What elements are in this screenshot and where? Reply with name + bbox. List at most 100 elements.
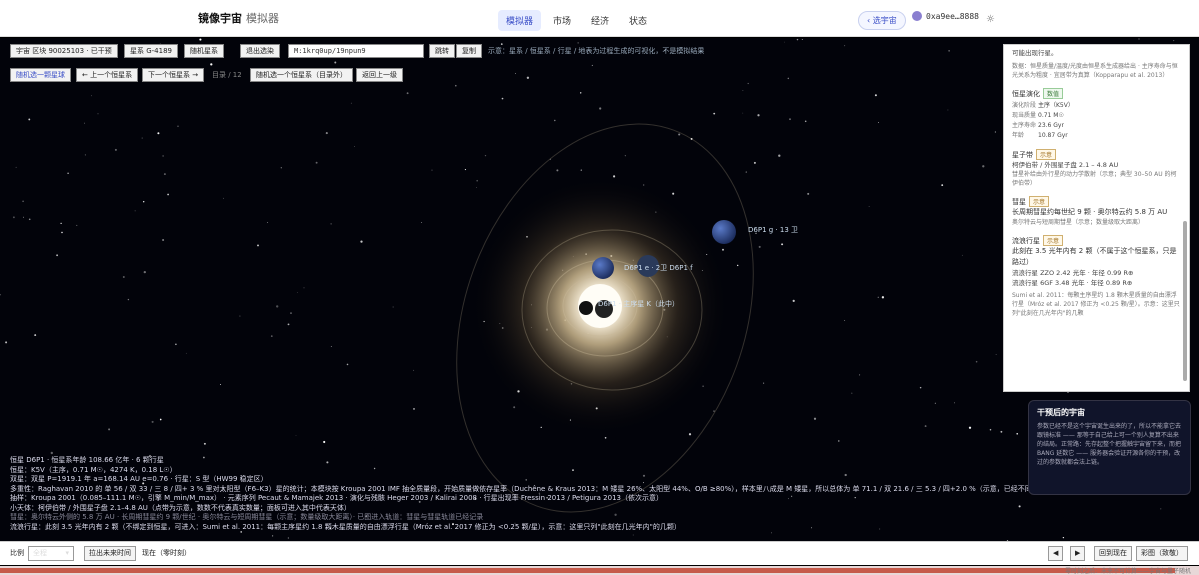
belt-tag: 示意 bbox=[1036, 149, 1057, 160]
future-button[interactable]: 拉出未来时间 bbox=[84, 546, 136, 561]
background-star bbox=[526, 76, 530, 79]
evo-row: 主序寿命 23.6 Gyr bbox=[1012, 122, 1064, 129]
hint-text: 示意：星系 / 恒星系 / 行星 / 地表为过程生成的可视化，不是模拟结果 bbox=[488, 47, 705, 55]
next-system-button[interactable]: 下一个恒星系 → bbox=[142, 68, 205, 82]
tab-market[interactable]: 市场 bbox=[545, 10, 579, 31]
background-star bbox=[787, 77, 790, 80]
scale-select[interactable]: 全程 ▾ bbox=[28, 546, 74, 561]
planet-f bbox=[592, 257, 614, 279]
seed-input[interactable]: M:1krq0up/19npun9 bbox=[288, 44, 424, 58]
jump-button[interactable]: 跳转 bbox=[429, 44, 455, 58]
prev-system-button[interactable]: ← 上一个恒星系 bbox=[76, 68, 139, 82]
tab-simulator[interactable]: 模拟器 bbox=[498, 10, 542, 31]
back-to-now-button[interactable]: 回到现在 bbox=[1094, 546, 1132, 561]
rogue-item[interactable]: 流浪行星 ZZO 2.42 光年 · 年径 0.99 R⊕ bbox=[1012, 268, 1181, 278]
background-star bbox=[455, 84, 457, 87]
random-star-button[interactable]: 随机选一颗星球 bbox=[10, 68, 71, 82]
evolution-tag: 数值 bbox=[1043, 88, 1064, 99]
background-star bbox=[295, 435, 297, 436]
background-star bbox=[23, 216, 24, 218]
info-line: 多重性：Raghavan 2010 的 单 56 / 双 33 / 三 8 / … bbox=[10, 484, 1030, 493]
background-star bbox=[476, 187, 478, 188]
background-star bbox=[801, 39, 803, 40]
belt-main[interactable]: 柯伊伯带 / 外围星子盘 2.1 – 4.8 AU bbox=[1012, 160, 1181, 170]
background-star bbox=[350, 102, 352, 104]
background-star bbox=[1016, 432, 1019, 435]
background-star bbox=[778, 154, 781, 157]
background-star bbox=[501, 97, 504, 100]
background-star bbox=[296, 292, 298, 293]
background-star bbox=[807, 192, 810, 195]
detail-panel[interactable]: 可能出现行星。 数据：恒星质量/温度/光度由恒星系生成器给出 · 主序寿命与恒光… bbox=[1003, 44, 1190, 392]
background-star bbox=[431, 169, 433, 171]
prev-arrow-icon[interactable]: ◀ bbox=[1048, 546, 1064, 561]
snapshot-button[interactable]: 彩图（致敬） bbox=[1136, 546, 1188, 561]
info-line: 小天体：柯伊伯带 / 外围星子盘 2.1–4.8 AU（点带为示意，数数不代表真… bbox=[10, 503, 351, 512]
select-universe-button[interactable]: ‹ 选宇宙 bbox=[858, 11, 906, 30]
background-star bbox=[591, 64, 593, 66]
background-star bbox=[713, 112, 716, 115]
background-star bbox=[175, 343, 177, 346]
app-subtitle: 模拟器 bbox=[246, 12, 279, 25]
app-title: 镜像宇宙 模拟器 bbox=[198, 12, 279, 25]
background-star bbox=[406, 92, 409, 95]
back-up-button[interactable]: 返回上一级 bbox=[356, 68, 403, 82]
background-star bbox=[1173, 40, 1175, 42]
tab-economy[interactable]: 经济 bbox=[583, 10, 617, 31]
info-line: 彗星：奥尔特云外侧的 5.8 万 AU · 长周期彗星约 9 颗/世纪 · 奥尔… bbox=[10, 513, 484, 521]
background-star bbox=[784, 41, 786, 43]
toast-text: 参数已经不是这个宇宙诞生出来的了，所以不能拿它去跟镜标准 —— 那等于自己给上可… bbox=[1037, 423, 1182, 466]
planet-g-label[interactable]: D6P1 g · 13 卫 bbox=[748, 225, 798, 235]
universe-button[interactable]: 宇宙 区块 90025103 · 已干预 bbox=[10, 44, 118, 58]
info-line: 流浪行星：此刻 3.5 光年内有 2 颗（不绑定到恒星，可进入：Sumi et … bbox=[10, 522, 681, 531]
background-star bbox=[844, 45, 846, 47]
exit-view-button[interactable]: 退出选染 bbox=[240, 44, 280, 58]
background-star bbox=[122, 276, 125, 278]
background-star bbox=[203, 442, 206, 445]
star-label[interactable]: D6P1 · 主序星 K（此中） bbox=[598, 299, 679, 309]
panel-scrollbar[interactable] bbox=[1183, 221, 1187, 381]
background-star bbox=[1062, 536, 1065, 539]
index-text: 目录 / 12 bbox=[212, 71, 242, 79]
rogue-item[interactable]: 流浪行星 6GF 3.48 光年 · 年径 0.89 R⊕ bbox=[1012, 278, 1181, 288]
evo-row: 年龄 10.87 Gyr bbox=[1012, 132, 1068, 139]
background-star bbox=[947, 109, 949, 111]
rogue-main: 此刻在 3.5 光年内有 2 颗（不属于这个恒星系，只是路过） bbox=[1012, 247, 1177, 266]
background-star bbox=[162, 155, 164, 157]
background-star bbox=[239, 315, 241, 317]
random-galaxy-button[interactable]: 随机星系 bbox=[184, 44, 224, 58]
next-arrow-icon[interactable]: ▶ bbox=[1070, 546, 1086, 561]
rogue-tag: 示意 bbox=[1043, 235, 1064, 246]
background-star bbox=[632, 534, 634, 536]
background-star bbox=[315, 161, 318, 164]
background-star bbox=[747, 82, 749, 85]
background-star bbox=[50, 451, 53, 455]
comet-heading: 彗星 示意 bbox=[1012, 196, 1181, 207]
random-system-button[interactable]: 随机选一个恒星系（目录外） bbox=[250, 68, 353, 82]
planet-f-label[interactable]: D6P1 e · 2卫 D6P1 f bbox=[624, 263, 693, 273]
background-star bbox=[223, 197, 224, 199]
background-star bbox=[758, 245, 761, 248]
background-star bbox=[476, 179, 479, 182]
rogue-heading: 流浪行星 示意 bbox=[1012, 235, 1181, 246]
background-star bbox=[919, 386, 922, 389]
background-star bbox=[1160, 508, 1162, 510]
background-star bbox=[84, 122, 85, 124]
galaxy-button[interactable]: 星系 G-4189 bbox=[124, 44, 178, 58]
background-star bbox=[961, 254, 963, 256]
background-star bbox=[975, 360, 978, 363]
background-star bbox=[859, 374, 861, 376]
background-star bbox=[60, 222, 62, 225]
background-star bbox=[330, 346, 332, 347]
background-star bbox=[108, 428, 111, 431]
avatar bbox=[912, 11, 922, 21]
background-star bbox=[968, 426, 972, 429]
time-progress[interactable]: 零时刻之后：未来不可计算——宇宙与量子随机 bbox=[0, 566, 1199, 575]
wallet-badge[interactable]: 0xa9ee…8888 bbox=[912, 11, 979, 21]
background-star bbox=[290, 312, 292, 314]
copy-button[interactable]: 复制 bbox=[456, 44, 482, 58]
planet-b bbox=[579, 301, 593, 315]
theme-toggle-icon[interactable]: ☼ bbox=[986, 14, 995, 25]
tab-status[interactable]: 状态 bbox=[621, 10, 655, 31]
background-star bbox=[678, 133, 681, 136]
